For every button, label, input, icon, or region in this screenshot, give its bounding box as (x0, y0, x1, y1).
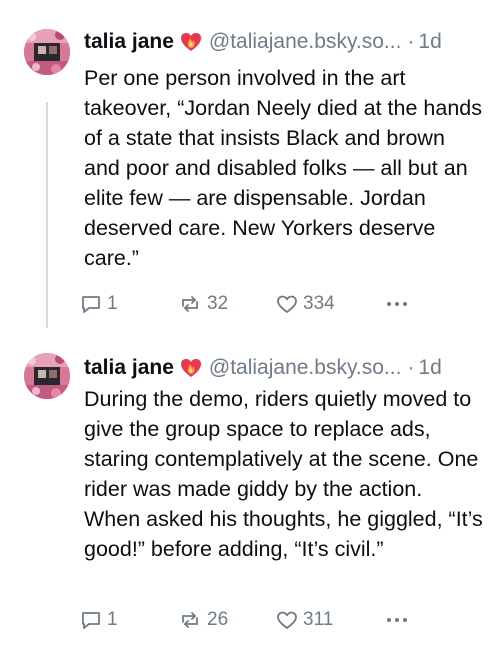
avatar[interactable] (24, 353, 70, 399)
post-header: talia jane @taliajane.bsky.so... · 1d (84, 27, 486, 57)
separator-dot: · (407, 356, 415, 379)
post[interactable]: talia jane @taliajane.bsky.so... · 1d Pe… (0, 0, 500, 335)
heart-on-fire-icon (180, 31, 202, 53)
handle[interactable]: @taliajane.bsky.so... (209, 27, 402, 57)
more-options-button[interactable] (386, 617, 416, 623)
timestamp[interactable]: 1d (418, 353, 441, 383)
like-count: 311 (303, 609, 334, 630)
more-options-button[interactable] (386, 301, 416, 307)
thread-timeline: talia jane @taliajane.bsky.so... · 1d Pe… (0, 0, 500, 653)
display-name[interactable]: talia jane (84, 27, 174, 57)
post[interactable]: talia jane @taliajane.bsky.so... · 1d Du… (0, 335, 500, 653)
repost-count: 32 (207, 293, 229, 314)
reply-button[interactable]: 1 (80, 609, 178, 631)
reply-icon (82, 612, 100, 629)
ellipsis-icon (387, 302, 407, 306)
repost-icon (182, 612, 198, 628)
post-header: talia jane @taliajane.bsky.so... · 1d (84, 353, 486, 383)
display-name[interactable]: talia jane (84, 353, 174, 383)
repost-count: 26 (207, 609, 229, 630)
avatar[interactable] (24, 29, 70, 75)
like-button[interactable]: 311 (276, 609, 386, 631)
repost-icon (182, 296, 198, 312)
repost-button[interactable]: 32 (178, 293, 276, 315)
reply-count: 1 (107, 609, 118, 630)
reply-button[interactable]: 1 (80, 293, 178, 315)
heart-icon (277, 611, 297, 629)
reply-icon (82, 296, 100, 313)
heart-icon (277, 295, 297, 313)
ellipsis-icon (387, 618, 407, 622)
separator-dot: · (407, 30, 415, 53)
post-text: During the demo, riders quietly moved to… (84, 387, 483, 561)
timestamp[interactable]: 1d (418, 27, 441, 57)
repost-button[interactable]: 26 (178, 609, 276, 631)
like-count: 334 (303, 293, 335, 314)
post-actions: 1 32 334 (80, 289, 420, 319)
post-text: Per one person involved in the art takeo… (84, 66, 483, 270)
heart-on-fire-icon (180, 357, 202, 379)
handle[interactable]: @taliajane.bsky.so... (209, 353, 402, 383)
reply-count: 1 (107, 293, 118, 314)
post-actions: 1 26 311 (80, 605, 420, 635)
like-button[interactable]: 334 (276, 293, 386, 315)
